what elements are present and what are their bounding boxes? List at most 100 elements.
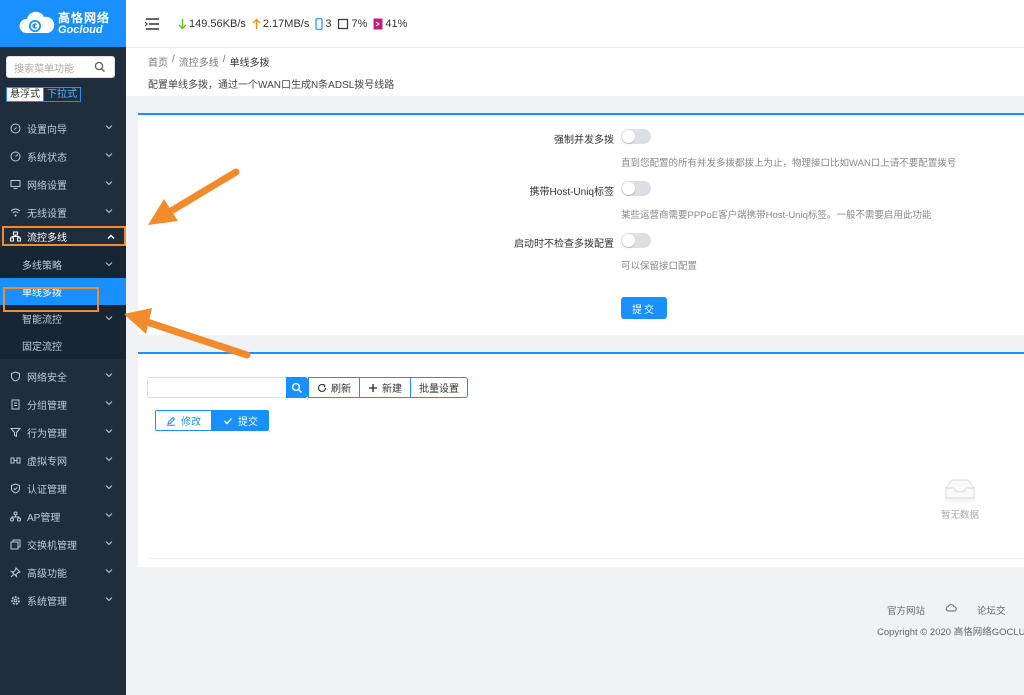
sidebar-item-behavior-management[interactable]: 行为管理	[0, 418, 126, 446]
submenu-item-label: 固定流控	[22, 342, 62, 353]
chevron-down-icon	[105, 125, 113, 130]
logo[interactable]: 高恪网络 Gocloud	[0, 0, 126, 47]
sidebar-item-label: 设置向导	[27, 124, 67, 136]
submenu-item-multiline-policy[interactable]: 多线策略	[0, 251, 126, 278]
chevron-down-icon	[105, 597, 113, 602]
force-concurrent-dial-hint: 直到您配置的所有并发多拨都拨上为止，物理接口比如WAN口上请不要配置拨号	[621, 158, 957, 169]
compass-icon	[10, 123, 21, 133]
host-uniq-label: 携带Host-Uniq标签	[529, 187, 614, 198]
search-input[interactable]	[147, 377, 287, 398]
cpu-stat: 7%	[337, 18, 367, 30]
flow-control-submenu: 多线策略 单线多拨 智能流控 固定流控	[0, 246, 126, 359]
sidebar-item-system-management[interactable]: 系统管理	[0, 586, 126, 614]
skip-check-switch[interactable]	[621, 233, 651, 248]
chevron-down-icon	[105, 373, 113, 378]
commit-button[interactable]: 提交	[212, 410, 269, 431]
footer-link-forum[interactable]: 论坛交	[977, 603, 1006, 617]
host-uniq-hint: 某些运营商需要PPPoE客户端携带Host-Uniq标签。一般不需要启用此功能	[621, 210, 932, 221]
network-icon	[10, 231, 21, 241]
sidebar-item-flow-control[interactable]: 流控多线	[2, 226, 126, 246]
sidebar-item-label: 系统管理	[27, 596, 67, 608]
sidebar-item-label: 认证管理	[27, 484, 67, 496]
search-icon	[291, 382, 302, 393]
breadcrumb: 首页 / 流控多线 / 单线多拨	[148, 54, 1024, 69]
submenu-item-single-line-multidial[interactable]: 单线多拨	[0, 278, 126, 305]
breadcrumb-home[interactable]: 首页	[148, 54, 168, 69]
breadcrumb-separator: /	[222, 54, 226, 65]
refresh-label: 刷新	[331, 384, 351, 395]
force-concurrent-dial-switch[interactable]	[621, 129, 651, 144]
sidebar-item-label: 高级功能	[27, 568, 67, 580]
menu-search-placeholder: 搜索菜单功能	[14, 63, 74, 75]
sidebar-item-switch-management[interactable]: 交换机管理	[0, 530, 126, 558]
edit-icon	[167, 416, 176, 426]
wifi-icon	[10, 208, 21, 216]
submit-button[interactable]: 提交	[621, 297, 667, 319]
new-button[interactable]: 新建	[360, 377, 411, 398]
chevron-down-icon	[105, 262, 113, 267]
footer-link-official-site[interactable]: 官方网站	[887, 603, 925, 617]
breadcrumb-panel: 首页 / 流控多线 / 单线多拨 配置单线多拨，通过一个WAN口生成N条ADSL…	[126, 48, 1024, 96]
skip-check-hint: 可以保留接口配置	[621, 261, 698, 272]
force-concurrent-dial-label: 强制并发多拨	[554, 135, 614, 146]
host-uniq-switch[interactable]	[621, 181, 651, 196]
devices-stat: 3	[315, 18, 331, 30]
sidebar-item-ap-management[interactable]: AP管理	[0, 502, 126, 530]
traffic-stats: 149.56KB/s 2.17MB/s 3 7% 41%	[178, 18, 413, 30]
batch-settings-label: 批量设置	[419, 384, 459, 395]
toolbar: 刷新 新建 批量设置	[308, 377, 468, 398]
sidebar-item-label: 交换机管理	[27, 540, 77, 552]
table-divider	[148, 558, 1024, 559]
submenu-item-label: 多线策略	[22, 261, 62, 272]
sidebar-item-label: 分组管理	[27, 400, 67, 412]
switch-icon	[10, 539, 21, 549]
mode-float-button[interactable]: 悬浮式	[6, 87, 44, 102]
sidebar-item-wireless[interactable]: 无线设置	[0, 198, 126, 226]
breadcrumb-separator: /	[172, 54, 175, 65]
shield-icon	[11, 370, 20, 382]
sidebar-item-label: 行为管理	[27, 428, 67, 440]
search-icon[interactable]	[93, 60, 107, 74]
annotation-arrows	[124, 168, 251, 359]
menu-collapse-icon[interactable]	[144, 17, 160, 31]
monitor-icon	[10, 179, 21, 189]
dashboard-icon	[10, 151, 21, 161]
vpn-icon	[10, 457, 21, 463]
brand-name-en: Gocloud	[58, 23, 103, 36]
sidebar-item-group-management[interactable]: 分组管理	[0, 390, 126, 418]
memory-stat: 41%	[373, 18, 407, 30]
ap-icon	[10, 511, 21, 521]
chevron-down-icon	[105, 316, 113, 321]
submenu-item-fixed-flow[interactable]: 固定流控	[0, 332, 126, 359]
cloud-icon[interactable]	[945, 603, 957, 613]
filter-icon	[10, 427, 21, 437]
submenu-item-label: 智能流控	[22, 315, 62, 326]
new-label: 新建	[382, 384, 402, 395]
chevron-down-icon	[105, 457, 113, 462]
mode-dropdown-button[interactable]: 下拉式	[44, 87, 81, 102]
sidebar-item-network-security[interactable]: 网络安全	[0, 362, 126, 390]
chevron-down-icon	[105, 513, 113, 518]
sidebar-item-system-status[interactable]: 系统状态	[0, 142, 126, 170]
refresh-button[interactable]: 刷新	[308, 377, 360, 398]
sidebar-item-advanced[interactable]: 高级功能	[0, 558, 126, 586]
sidebar-item-auth-management[interactable]: 认证管理	[0, 474, 126, 502]
memory-icon	[373, 18, 383, 29]
sidebar-item-network-settings[interactable]: 网络设置	[0, 170, 126, 198]
batch-settings-button[interactable]: 批量设置	[411, 377, 468, 398]
top-bar: 149.56KB/s 2.17MB/s 3 7% 41%	[126, 0, 1024, 48]
memory-usage: 41%	[385, 17, 408, 30]
submenu-item-label: 单线多拨	[22, 288, 62, 299]
sidebar-item-vpn[interactable]: 虚拟专网	[0, 446, 126, 474]
menu-search-input[interactable]: 搜索菜单功能	[6, 56, 115, 78]
submenu-item-smart-flow[interactable]: 智能流控	[0, 305, 126, 332]
edit-label: 修改	[181, 417, 201, 428]
edit-button[interactable]: 修改	[155, 410, 212, 431]
search-button[interactable]	[286, 377, 308, 398]
page-description: 配置单线多拨，通过一个WAN口生成N条ADSL拨号线路	[148, 80, 395, 91]
sidebar-item-setup-wizard[interactable]: 设置向导	[0, 114, 126, 142]
breadcrumb-flow-control[interactable]: 流控多线	[179, 54, 219, 69]
sidebar-item-label: 系统状态	[27, 152, 67, 164]
chevron-down-icon	[105, 485, 113, 490]
refresh-icon	[318, 383, 327, 392]
